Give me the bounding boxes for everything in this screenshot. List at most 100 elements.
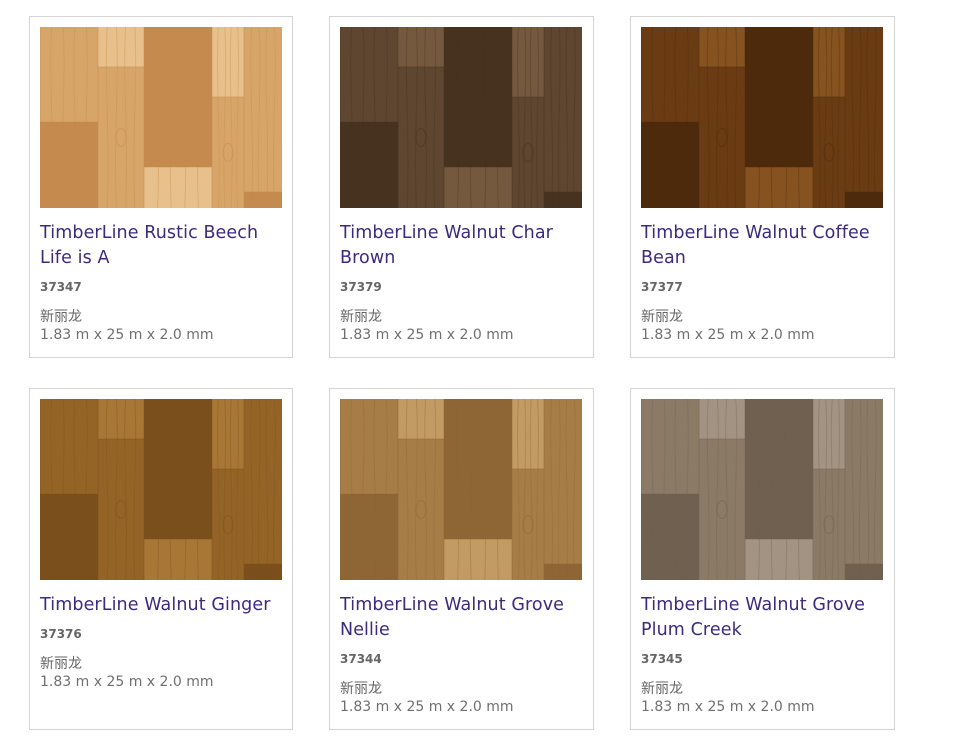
plank-segment bbox=[641, 399, 699, 494]
wood-texture bbox=[40, 399, 282, 580]
plank-segment bbox=[444, 27, 512, 167]
plank-segment bbox=[512, 27, 544, 97]
plank-segment bbox=[98, 399, 144, 439]
product-code: 37379 bbox=[340, 280, 382, 294]
wood-texture bbox=[641, 27, 883, 208]
plank-segment bbox=[212, 97, 244, 208]
plank-segment bbox=[641, 122, 699, 208]
plank-segment bbox=[340, 494, 398, 580]
product-image[interactable] bbox=[340, 27, 582, 208]
product-card-37347[interactable]: TimberLine Rustic Beech Life is A 37347 … bbox=[29, 16, 293, 358]
plank-segment bbox=[244, 192, 282, 208]
product-brand: 新丽龙 bbox=[340, 309, 382, 325]
product-brand: 新丽龙 bbox=[340, 681, 382, 697]
plank-segment bbox=[813, 469, 845, 580]
plank-segment bbox=[641, 494, 699, 580]
plank-segment bbox=[144, 27, 212, 167]
wood-texture bbox=[641, 399, 883, 580]
product-image[interactable] bbox=[40, 27, 282, 208]
plank-segment bbox=[398, 67, 444, 208]
product-brand: 新丽龙 bbox=[40, 656, 82, 672]
plank-segment bbox=[144, 167, 212, 208]
plank-segment bbox=[444, 399, 512, 539]
plank-segment bbox=[745, 27, 813, 167]
product-image[interactable] bbox=[340, 399, 582, 580]
plank-segment bbox=[244, 27, 282, 192]
plank-segment bbox=[40, 122, 98, 208]
product-brand: 新丽龙 bbox=[40, 309, 82, 325]
product-brand: 新丽龙 bbox=[641, 309, 683, 325]
product-code: 37344 bbox=[340, 652, 382, 666]
product-image[interactable] bbox=[641, 399, 883, 580]
plank-segment bbox=[512, 469, 544, 580]
plank-segment bbox=[512, 399, 544, 469]
plank-segment bbox=[745, 167, 813, 208]
plank-segment bbox=[544, 564, 582, 580]
product-title[interactable]: TimberLine Walnut Grove Plum Creek bbox=[641, 593, 877, 643]
wood-texture bbox=[40, 27, 282, 208]
plank-segment bbox=[40, 399, 98, 494]
product-dimensions: 1.83 m x 25 m x 2.0 mm bbox=[40, 674, 214, 690]
plank-segment bbox=[544, 399, 582, 564]
product-code: 37345 bbox=[641, 652, 683, 666]
plank-segment bbox=[340, 122, 398, 208]
product-title[interactable]: TimberLine Walnut Char Brown bbox=[340, 221, 576, 271]
plank-segment bbox=[444, 167, 512, 208]
product-dimensions: 1.83 m x 25 m x 2.0 mm bbox=[641, 699, 815, 715]
product-card-37345[interactable]: TimberLine Walnut Grove Plum Creek 37345… bbox=[630, 388, 895, 730]
plank-segment bbox=[340, 399, 398, 494]
plank-segment bbox=[845, 27, 883, 192]
plank-segment bbox=[244, 564, 282, 580]
plank-segment bbox=[544, 192, 582, 208]
plank-segment bbox=[845, 399, 883, 564]
plank-segment bbox=[98, 439, 144, 580]
plank-segment bbox=[212, 399, 244, 469]
product-code: 37347 bbox=[40, 280, 82, 294]
product-card-37379[interactable]: TimberLine Walnut Char Brown 37379 新丽龙 1… bbox=[329, 16, 594, 358]
plank-segment bbox=[813, 97, 845, 208]
product-card-37376[interactable]: TimberLine Walnut Ginger 37376 新丽龙 1.83 … bbox=[29, 388, 293, 730]
plank-segment bbox=[212, 27, 244, 97]
plank-segment bbox=[244, 399, 282, 564]
plank-segment bbox=[212, 469, 244, 580]
plank-segment bbox=[340, 27, 398, 122]
plank-segment bbox=[144, 539, 212, 580]
product-dimensions: 1.83 m x 25 m x 2.0 mm bbox=[340, 699, 514, 715]
product-title[interactable]: TimberLine Walnut Ginger bbox=[40, 593, 276, 618]
plank-segment bbox=[641, 27, 699, 122]
wood-texture bbox=[340, 399, 582, 580]
plank-segment bbox=[40, 27, 98, 122]
plank-segment bbox=[544, 27, 582, 192]
plank-segment bbox=[40, 494, 98, 580]
product-card-37377[interactable]: TimberLine Walnut Coffee Bean 37377 新丽龙 … bbox=[630, 16, 895, 358]
product-card-37344[interactable]: TimberLine Walnut Grove Nellie 37344 新丽龙… bbox=[329, 388, 594, 730]
product-brand: 新丽龙 bbox=[641, 681, 683, 697]
plank-segment bbox=[512, 97, 544, 208]
plank-segment bbox=[845, 564, 883, 580]
product-code: 37376 bbox=[40, 627, 82, 641]
plank-segment bbox=[813, 399, 845, 469]
product-dimensions: 1.83 m x 25 m x 2.0 mm bbox=[340, 327, 514, 343]
product-image[interactable] bbox=[40, 399, 282, 580]
plank-segment bbox=[444, 539, 512, 580]
plank-segment bbox=[845, 192, 883, 208]
plank-segment bbox=[144, 399, 212, 539]
product-title[interactable]: TimberLine Rustic Beech Life is A bbox=[40, 221, 276, 271]
product-title[interactable]: TimberLine Walnut Grove Nellie bbox=[340, 593, 576, 643]
plank-segment bbox=[98, 67, 144, 208]
wood-texture bbox=[340, 27, 582, 208]
plank-segment bbox=[398, 439, 444, 580]
plank-segment bbox=[813, 27, 845, 97]
plank-segment bbox=[398, 399, 444, 439]
product-dimensions: 1.83 m x 25 m x 2.0 mm bbox=[40, 327, 214, 343]
product-dimensions: 1.83 m x 25 m x 2.0 mm bbox=[641, 327, 815, 343]
plank-segment bbox=[745, 539, 813, 580]
plank-segment bbox=[699, 67, 745, 208]
plank-segment bbox=[699, 439, 745, 580]
plank-segment bbox=[745, 399, 813, 539]
product-title[interactable]: TimberLine Walnut Coffee Bean bbox=[641, 221, 877, 271]
product-image[interactable] bbox=[641, 27, 883, 208]
plank-segment bbox=[98, 27, 144, 67]
plank-segment bbox=[398, 27, 444, 67]
product-code: 37377 bbox=[641, 280, 683, 294]
